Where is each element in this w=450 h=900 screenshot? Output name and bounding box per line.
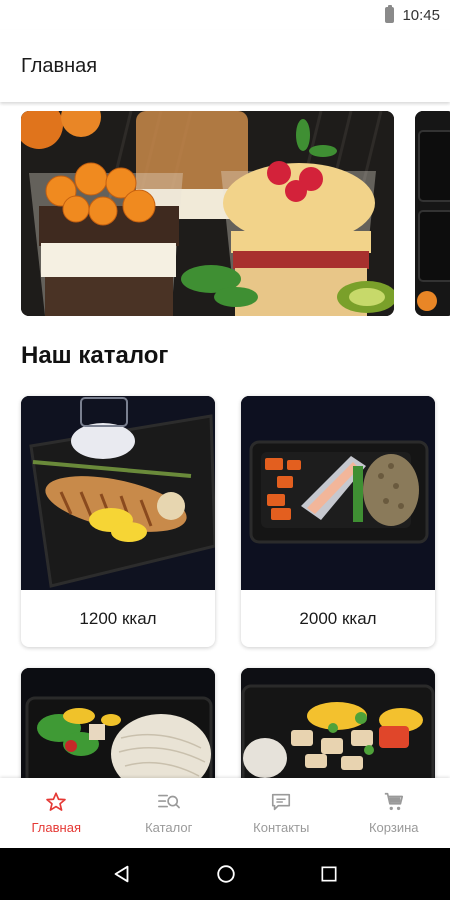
nav-label: Корзина <box>368 820 419 835</box>
status-bar: 10:45 <box>0 0 450 30</box>
nav-item-contacts[interactable]: Контакты <box>225 778 338 848</box>
bottom-navigation: Главная Каталог Контакты Корзина <box>0 778 450 848</box>
card-photo <box>21 668 215 778</box>
chat-icon <box>272 793 291 811</box>
catalog-card-2000[interactable]: 2000 ккал <box>241 396 435 647</box>
catalog-card-3[interactable] <box>21 668 215 778</box>
desserts-illustration <box>21 111 394 316</box>
system-navigation-bar <box>0 848 450 900</box>
page-title: Главная <box>21 54 98 77</box>
catalog-card-1200[interactable]: 1200 ккал <box>21 396 215 647</box>
catalog-heading: Наш каталог <box>21 342 169 369</box>
banner-image-next[interactable] <box>415 111 450 316</box>
nav-item-catalog[interactable]: Каталог <box>113 778 226 848</box>
catalog-card-4[interactable] <box>241 668 435 778</box>
card-caption: 1200 ккал <box>79 608 157 628</box>
meal-chicken-veg-illustration <box>241 668 435 778</box>
catalog-search-icon <box>157 794 180 809</box>
status-time: 10:45 <box>402 6 440 24</box>
card-photo <box>241 396 435 590</box>
card-caption: 2000 ккал <box>299 608 377 628</box>
home-icon[interactable] <box>215 863 237 885</box>
nav-label: Каталог <box>145 820 193 835</box>
nav-item-home[interactable]: Главная <box>0 778 113 848</box>
card-photo <box>241 668 435 778</box>
app-bar: Главная <box>0 30 450 102</box>
recents-icon[interactable] <box>319 864 339 884</box>
banner-next-illustration <box>415 111 450 316</box>
main-content[interactable]: Наш каталог 1200 ккал 2000 ккал <box>0 102 450 778</box>
nav-label: Главная <box>31 820 81 835</box>
cart-icon <box>384 792 403 811</box>
meal-chicken-illustration <box>21 396 215 590</box>
star-icon <box>46 792 67 811</box>
nav-label: Контакты <box>253 820 310 835</box>
banner-image-desserts[interactable] <box>21 111 394 316</box>
card-photo <box>21 396 215 590</box>
meal-noodles-illustration <box>21 668 215 778</box>
back-icon[interactable] <box>111 863 133 885</box>
battery-icon <box>385 5 395 23</box>
banner-carousel[interactable] <box>21 111 450 316</box>
nav-item-cart[interactable]: Корзина <box>338 778 450 848</box>
meal-fish-illustration <box>241 396 435 590</box>
